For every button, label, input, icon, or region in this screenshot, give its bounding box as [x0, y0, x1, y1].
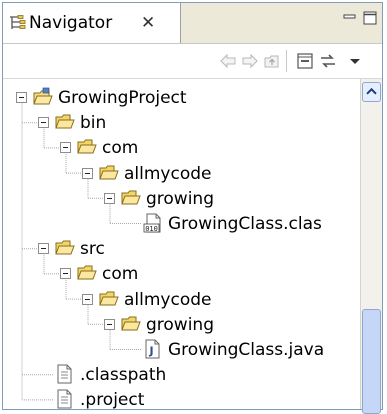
open-folder-icon	[77, 265, 97, 280]
open-folder-icon	[99, 165, 119, 180]
tree-item-label: growing	[146, 188, 214, 209]
tab-label: Navigator	[29, 13, 113, 33]
tree-item-label: GrowingClass.clas	[168, 214, 322, 234]
open-folder-icon	[77, 139, 97, 154]
tree-item[interactable]: .project	[38, 387, 360, 409]
tree-item[interactable]: growing	[104, 186, 360, 212]
tree-item-label: bin	[80, 113, 107, 134]
tree-item-label: growing	[146, 314, 214, 335]
tree-item[interactable]: com	[60, 135, 360, 161]
open-folder-icon	[121, 316, 141, 331]
scroll-up-button[interactable]	[362, 82, 381, 102]
tree-item[interactable]: GrowingProject	[16, 85, 360, 111]
class-file-icon: 010	[143, 213, 161, 233]
maximize-icon[interactable]	[362, 10, 378, 26]
project-icon	[33, 87, 53, 105]
java-file-icon: J	[145, 339, 160, 359]
text-file-icon	[57, 364, 72, 384]
toolbar-separator	[286, 50, 287, 72]
tree-item[interactable]: .classpath	[38, 362, 360, 388]
scrollbar-thumb[interactable]	[362, 309, 381, 414]
tree-item[interactable]: com	[60, 261, 360, 287]
view-tab-bar: Navigator ✕	[3, 3, 382, 43]
forward-icon[interactable]	[240, 51, 260, 71]
tree-item[interactable]: allmycode	[82, 161, 360, 187]
tab-navigator[interactable]: Navigator ✕	[3, 3, 181, 43]
tree-item-label: allmycode	[124, 163, 212, 184]
collapse-toggle-icon[interactable]	[60, 142, 71, 154]
open-folder-icon	[99, 291, 119, 306]
tree-item-label: GrowingClass.java	[168, 340, 325, 360]
collapse-toggle-icon[interactable]	[104, 318, 115, 330]
collapse-toggle-icon[interactable]	[38, 243, 49, 255]
svg-text:010: 010	[145, 225, 158, 233]
tree-item-label: .classpath	[80, 365, 167, 386]
svg-text:J: J	[149, 345, 154, 358]
open-folder-icon	[55, 240, 75, 255]
tree-item[interactable]: allmycode	[82, 287, 360, 313]
tree-item-label: allmycode	[124, 289, 212, 310]
vertical-scrollbar[interactable]	[360, 79, 382, 414]
tree-item[interactable]: growing	[104, 312, 360, 338]
tree-item-label: src	[80, 239, 105, 260]
tree-item-label: .project	[80, 390, 145, 409]
collapse-toggle-icon[interactable]	[104, 192, 115, 204]
open-folder-icon	[121, 190, 141, 205]
navigator-icon	[10, 15, 26, 29]
link-with-editor-icon[interactable]	[318, 51, 338, 71]
tree-item[interactable]: bin	[38, 110, 360, 136]
close-icon[interactable]: ✕	[141, 12, 155, 34]
minimize-icon[interactable]	[342, 10, 358, 26]
tree-item-label: com	[102, 138, 139, 159]
collapse-toggle-icon[interactable]	[38, 117, 49, 129]
tree-item-label: com	[102, 264, 139, 285]
navigator-tree: GrowingProject bin com allmycode growing 010 G…	[3, 79, 360, 409]
collapse-all-icon[interactable]	[295, 51, 315, 71]
tree-item[interactable]: J GrowingClass.java	[126, 337, 360, 363]
collapse-toggle-icon[interactable]	[82, 167, 93, 179]
tree-item-label: GrowingProject	[58, 88, 187, 108]
text-file-icon	[57, 389, 72, 409]
up-folder-icon[interactable]	[262, 51, 282, 71]
collapse-toggle-icon[interactable]	[16, 92, 27, 103]
collapse-toggle-icon[interactable]	[60, 268, 71, 280]
view-toolbar	[3, 43, 382, 79]
view-menu-icon[interactable]	[345, 51, 365, 71]
back-icon[interactable]	[218, 51, 238, 71]
collapse-toggle-icon[interactable]	[82, 293, 93, 305]
navigator-view: Navigator ✕ GrowingProject bin com allmy…	[2, 2, 383, 414]
open-folder-icon	[55, 114, 75, 129]
tree-item[interactable]: src	[38, 236, 360, 262]
scroll-up-arrow-icon	[366, 87, 377, 95]
tree-item[interactable]: 010 GrowingClass.clas	[126, 211, 360, 237]
